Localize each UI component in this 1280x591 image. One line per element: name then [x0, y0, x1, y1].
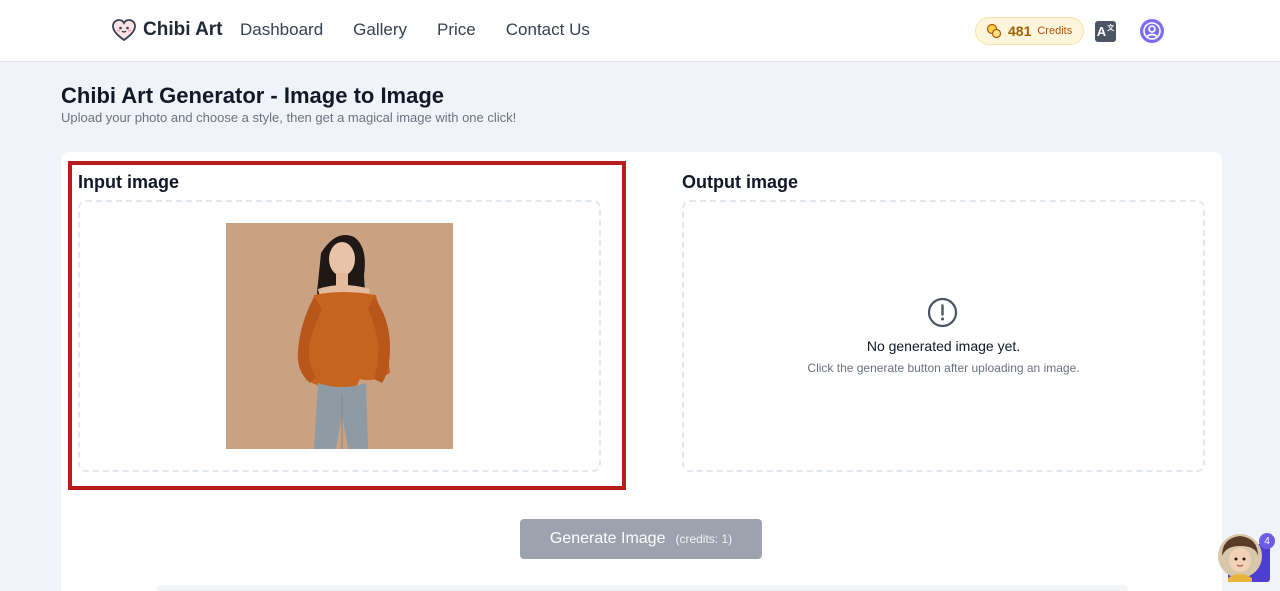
main-nav: Dashboard Gallery Price Contact Us: [240, 20, 620, 40]
output-area: [682, 200, 1205, 472]
top-navbar: Chibi Art Dashboard Gallery Price Contac…: [0, 0, 1280, 62]
assistant-badge: 4: [1259, 533, 1275, 549]
coins-icon: [986, 23, 1002, 39]
credits-count: 481: [1008, 23, 1032, 39]
generate-image-button[interactable]: Generate Image (credits: 1): [520, 519, 762, 559]
brand[interactable]: Chibi Art: [111, 18, 223, 42]
person-icon: [1143, 22, 1161, 40]
nav-price[interactable]: Price: [437, 20, 476, 40]
brand-name: Chibi Art: [143, 19, 223, 40]
output-empty-hint: Click the generate button after uploadin…: [807, 361, 1080, 375]
heart-face-icon: [112, 19, 136, 42]
credits-badge[interactable]: 481 Credits: [975, 17, 1084, 45]
uploaded-photo-image: [226, 223, 453, 449]
output-panel-title: Output image: [682, 172, 798, 192]
generate-label: Generate Image: [549, 530, 666, 547]
user-avatar-icon[interactable]: [1140, 19, 1164, 43]
nav-dashboard[interactable]: Dashboard: [240, 20, 323, 40]
page-subtitle: Upload your photo and choose a style, th…: [61, 110, 517, 125]
translate-glyph: A: [1096, 24, 1107, 39]
exclamation-circle-icon: [927, 297, 958, 328]
nav-contact-us[interactable]: Contact Us: [506, 20, 590, 40]
generate-credits: (credits: 1): [675, 532, 733, 546]
output-empty-title: No generated image yet.: [866, 338, 1021, 354]
input-photo[interactable]: [226, 223, 453, 449]
next-section-strip: [156, 585, 1128, 591]
translate-icon[interactable]: A文: [1095, 21, 1116, 42]
page-title: Chibi Art Generator - Image to Image: [61, 83, 445, 108]
credits-label: Credits: [1037, 25, 1073, 37]
nav-gallery[interactable]: Gallery: [353, 20, 407, 40]
input-panel-title: Input image: [78, 172, 180, 192]
